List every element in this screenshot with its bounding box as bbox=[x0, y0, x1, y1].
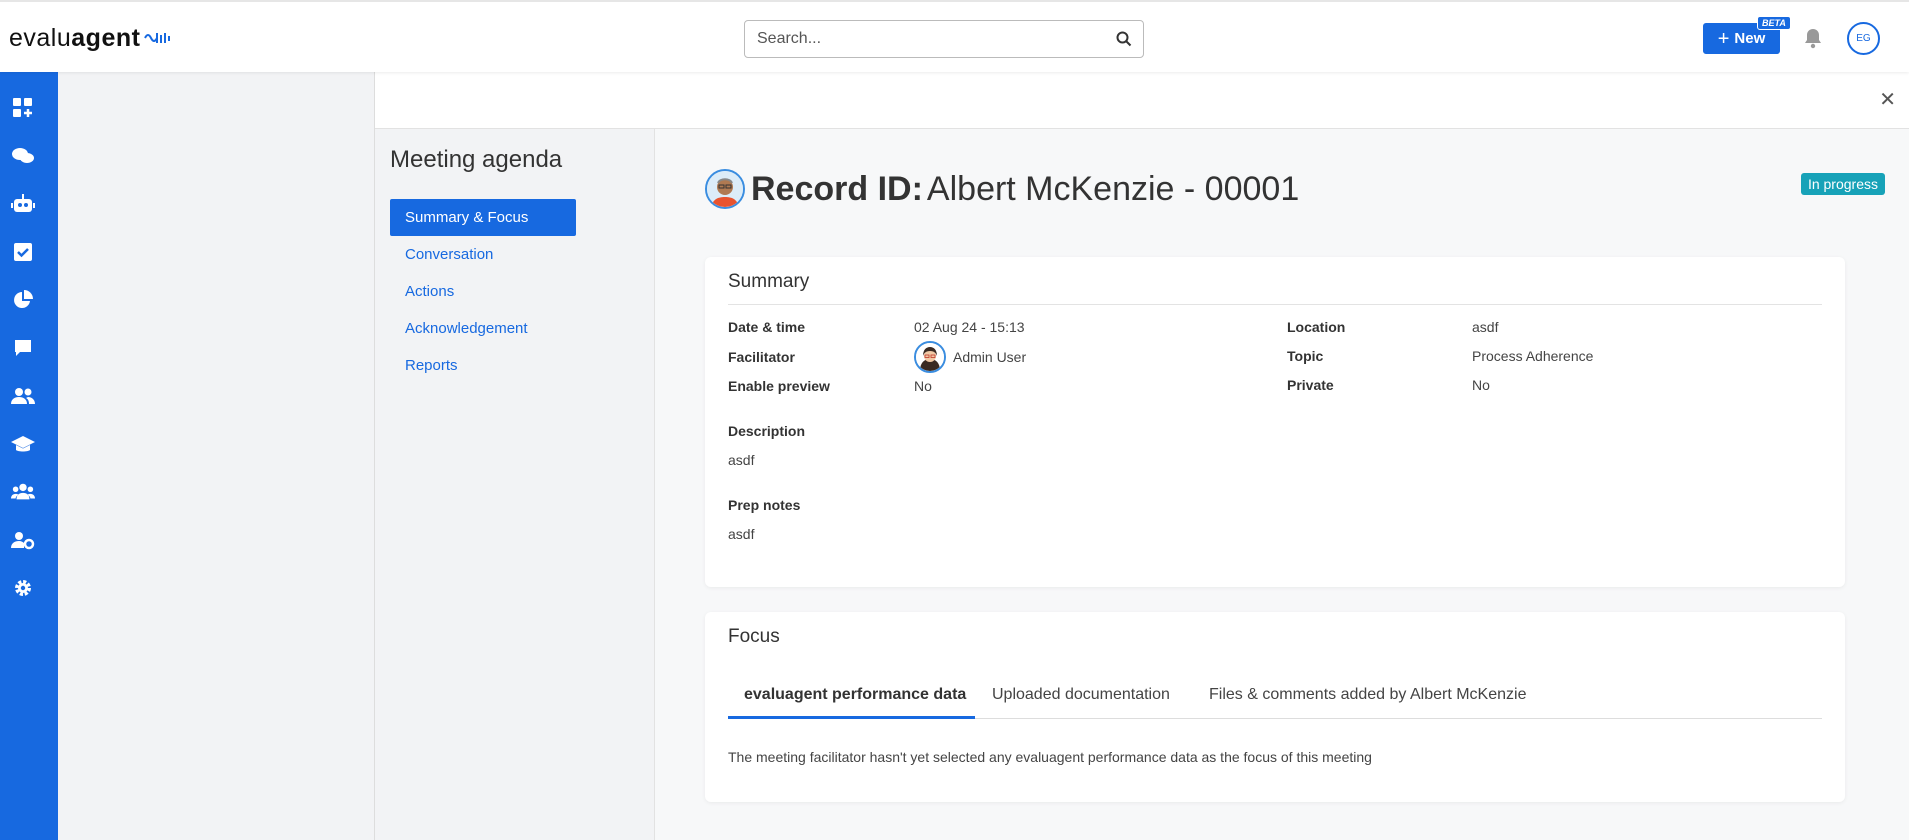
record-id-label: Record ID: bbox=[751, 169, 923, 208]
plus-icon: + bbox=[1717, 27, 1730, 50]
robot-icon[interactable] bbox=[11, 192, 35, 216]
agenda-title: Meeting agenda bbox=[390, 146, 563, 173]
users-icon[interactable] bbox=[11, 384, 35, 408]
location-label: Location bbox=[1287, 319, 1346, 335]
summary-card: Summary Date & time 02 Aug 24 - 15:13 Fa… bbox=[705, 257, 1845, 587]
active-tab-indicator bbox=[728, 716, 975, 719]
new-button-label: New bbox=[1734, 30, 1766, 47]
location-value: asdf bbox=[1472, 319, 1499, 335]
left-nav-rail bbox=[0, 72, 58, 840]
user-settings-icon[interactable] bbox=[11, 528, 35, 552]
close-icon[interactable]: ✕ bbox=[1879, 90, 1896, 110]
summary-title: Summary bbox=[728, 271, 810, 292]
summary-divider bbox=[728, 304, 1822, 305]
enable-preview-label: Enable preview bbox=[728, 378, 830, 394]
facilitator-value: Admin User bbox=[953, 349, 1027, 365]
focus-card: Focus evaluagent performance data Upload… bbox=[705, 612, 1845, 802]
search-box[interactable] bbox=[744, 20, 1144, 58]
search-icon[interactable] bbox=[1115, 30, 1133, 53]
prep-notes-label: Prep notes bbox=[728, 497, 801, 513]
agenda-item-actions[interactable]: Actions bbox=[390, 273, 576, 310]
background-area bbox=[58, 72, 374, 840]
date-time-label: Date & time bbox=[728, 319, 806, 335]
facilitator-label: Facilitator bbox=[728, 349, 795, 365]
comment-icon[interactable] bbox=[11, 336, 35, 360]
main-content: Record ID: Albert McKenzie - 00001 In pr… bbox=[655, 129, 1909, 840]
top-bar: evaluagent +New BETA EG bbox=[0, 0, 1909, 72]
topic-value: Process Adherence bbox=[1472, 348, 1594, 364]
search-input[interactable] bbox=[745, 21, 1085, 57]
focus-message: The meeting facilitator hasn't yet selec… bbox=[728, 749, 1372, 765]
pie-chart-icon[interactable] bbox=[11, 288, 35, 312]
beta-badge: BETA bbox=[1757, 16, 1791, 30]
record-header: Record ID: Albert McKenzie - 00001 bbox=[705, 169, 1299, 209]
evaluagent-logo[interactable]: evalu agent bbox=[9, 24, 171, 53]
agenda-item-summary-focus[interactable]: Summary & Focus bbox=[390, 199, 576, 236]
prep-notes-value: asdf bbox=[728, 526, 755, 542]
private-label: Private bbox=[1287, 377, 1334, 393]
enable-preview-value: No bbox=[914, 378, 932, 394]
gear-icon[interactable] bbox=[11, 576, 35, 600]
record-id-value: Albert McKenzie - 00001 bbox=[926, 169, 1300, 208]
logo-text-light: evalu bbox=[9, 24, 72, 52]
panel-header: ✕ bbox=[375, 72, 1909, 129]
agenda-item-reports[interactable]: Reports bbox=[390, 347, 576, 384]
description-label: Description bbox=[728, 423, 806, 439]
meeting-panel: ✕ Meeting agenda Summary & Focus Convers… bbox=[374, 72, 1909, 840]
agenda-item-acknowledgement[interactable]: Acknowledgement bbox=[390, 310, 576, 347]
dashboard-icon[interactable] bbox=[11, 96, 35, 120]
agenda-sidebar: Meeting agenda Summary & Focus Conversat… bbox=[375, 129, 655, 840]
logo-wave-icon bbox=[143, 24, 171, 53]
status-badge: In progress bbox=[1800, 173, 1885, 195]
focus-title: Focus bbox=[728, 626, 780, 647]
tab-uploaded-documentation[interactable]: Uploaded documentation bbox=[992, 686, 1170, 704]
tab-performance-data[interactable]: evaluagent performance data bbox=[744, 686, 966, 704]
private-value: No bbox=[1472, 377, 1490, 393]
conversations-icon[interactable] bbox=[11, 144, 35, 168]
user-avatar[interactable]: EG bbox=[1847, 22, 1880, 55]
bell-icon[interactable] bbox=[1803, 27, 1823, 54]
description-value: asdf bbox=[728, 452, 755, 468]
check-icon[interactable] bbox=[11, 240, 35, 264]
agent-avatar bbox=[705, 169, 745, 209]
topic-label: Topic bbox=[1287, 348, 1324, 364]
graduation-icon[interactable] bbox=[11, 432, 35, 456]
team-icon[interactable] bbox=[11, 480, 35, 504]
facilitator-avatar bbox=[914, 341, 946, 373]
agenda-item-conversation[interactable]: Conversation bbox=[390, 236, 576, 273]
date-time-value: 02 Aug 24 - 15:13 bbox=[914, 319, 1025, 335]
tab-files-comments[interactable]: Files & comments added by Albert McKenzi… bbox=[1209, 686, 1526, 704]
logo-text-bold: agent bbox=[71, 24, 141, 52]
